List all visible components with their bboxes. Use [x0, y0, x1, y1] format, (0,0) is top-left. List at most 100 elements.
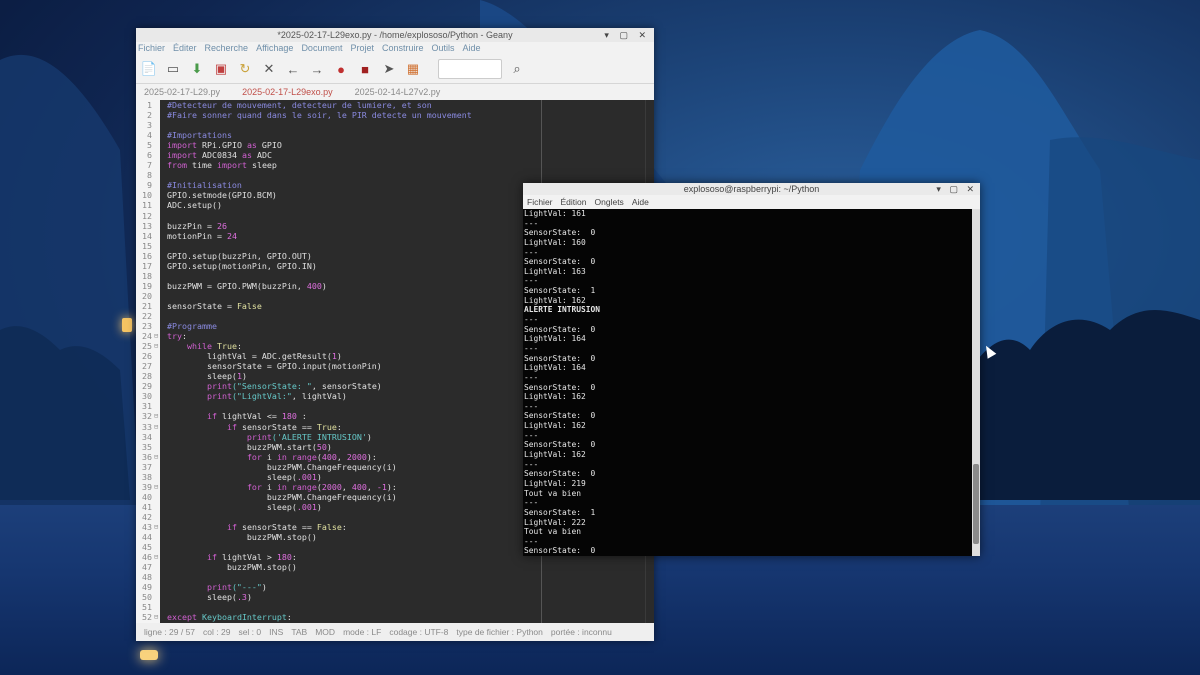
menu-item[interactable]: Construire	[382, 42, 424, 55]
code-line[interactable]: 51	[136, 602, 654, 612]
terminal-line: ---	[524, 343, 539, 353]
close-icon[interactable]: ✕	[260, 60, 278, 78]
line-number: 44	[142, 532, 152, 543]
fold-marker-icon[interactable]: ⊟	[154, 411, 162, 421]
fold-marker-icon[interactable]: ⊟	[154, 331, 162, 341]
code-line[interactable]: 47 buzzPWM.stop()	[136, 562, 654, 572]
menu-item[interactable]: Recherche	[205, 42, 249, 55]
menu-item[interactable]: Outils	[432, 42, 455, 55]
forward-arrow-icon[interactable]: →	[308, 60, 326, 78]
menu-item[interactable]: Fichier	[527, 195, 553, 209]
code-line[interactable]: 4 #Importations	[136, 130, 654, 140]
code-text: buzzPin = 26	[167, 221, 227, 231]
window-controls[interactable]: ▾ ▢ ✕	[604, 28, 650, 42]
code-text: print("---")	[167, 582, 267, 592]
jump-icon[interactable]: ⌕	[508, 60, 526, 78]
code-line[interactable]: 8	[136, 170, 654, 180]
terminal-line: SensorState: 0	[524, 411, 596, 421]
line-number: 46	[142, 552, 152, 563]
code-token: 26	[216, 220, 227, 231]
code-line[interactable]: 5 import RPi.GPIO as GPIO	[136, 140, 654, 150]
code-token: :	[236, 341, 242, 352]
line-number: 50	[142, 592, 152, 603]
fold-marker-icon[interactable]: ⊟	[154, 452, 162, 462]
window-controls[interactable]: ▾ ▢ ✕	[936, 183, 977, 195]
menu-item[interactable]: Document	[301, 42, 342, 55]
search-box[interactable]	[438, 59, 502, 79]
code-token: lightVal = ADC.getResult(	[167, 351, 332, 362]
geany-titlebar[interactable]: *2025-02-17-L29exo.py - /home/explososo/…	[136, 28, 654, 42]
document-tab[interactable]: 2025-02-14-L27v2.py	[355, 84, 441, 100]
code-line[interactable]: 3	[136, 120, 654, 130]
code-line[interactable]: 1 #Detecteur de mouvement, detecteur de l…	[136, 100, 654, 110]
fold-marker-icon[interactable]: ⊟	[154, 341, 162, 351]
scrollbar-thumb[interactable]	[973, 464, 979, 544]
fold-marker-icon[interactable]: ⊟	[154, 422, 162, 432]
compile-icon[interactable]: ●	[332, 60, 350, 78]
open-file-icon[interactable]: ▭	[164, 60, 182, 78]
code-token: 400	[321, 451, 337, 462]
document-tab[interactable]: 2025-02-17-L29exo.py	[242, 84, 333, 100]
code-line[interactable]: 49 print("---")	[136, 582, 654, 592]
back-arrow-icon[interactable]: ←	[284, 60, 302, 78]
menu-item[interactable]: Onglets	[595, 195, 624, 209]
fold-marker-icon[interactable]: ⊟	[154, 552, 162, 562]
terminal-line: ---	[524, 459, 539, 469]
fold-marker-icon[interactable]: ⊟	[154, 482, 162, 492]
line-number: 8	[147, 170, 152, 181]
line-number: 2	[147, 110, 152, 121]
code-text: #Programme	[167, 321, 217, 331]
terminal-titlebar[interactable]: explososo@raspberrypi: ~/Python ▾ ▢ ✕	[523, 183, 980, 195]
new-file-icon[interactable]: 📄	[140, 60, 158, 78]
code-token: 24	[226, 230, 237, 241]
menu-item[interactable]: Affichage	[256, 42, 293, 55]
menu-item[interactable]: Fichier	[138, 42, 165, 55]
code-token: if	[226, 421, 237, 432]
menu-item[interactable]: Projet	[350, 42, 374, 55]
menu-item[interactable]: Aide	[463, 42, 481, 55]
color-chooser-icon[interactable]: ▦	[404, 60, 422, 78]
build-icon[interactable]: ■	[356, 60, 374, 78]
fold-marker-icon[interactable]: ⊟	[154, 612, 162, 622]
line-number: 18	[142, 270, 152, 281]
terminal-line: ---	[524, 276, 539, 286]
code-text: GPIO.setmode(GPIO.BCM)	[167, 190, 277, 200]
line-number: 41	[142, 501, 152, 512]
terminal-line: LightVal: 162	[524, 421, 586, 431]
code-token: ("SensorState: "	[231, 381, 312, 392]
menu-item[interactable]: Éditer	[173, 42, 197, 55]
terminal-line: LightVal: 222	[524, 517, 586, 527]
document-tab[interactable]: 2025-02-17-L29.py	[144, 84, 220, 100]
terminal-line: SensorState: 0	[524, 546, 596, 556]
code-token: as	[241, 150, 252, 161]
status-item: codage : UTF-8	[389, 627, 449, 637]
code-line[interactable]: 48	[136, 572, 654, 582]
terminal-line: LightVal: 161	[524, 209, 586, 218]
run-icon[interactable]: ➤	[380, 60, 398, 78]
terminal-line: ALERTE INTRUSION	[524, 305, 601, 315]
code-line[interactable]: 2 #Faire sonner quand dans le soir, le PI…	[136, 110, 654, 120]
terminal-line: LightVal: 162	[524, 295, 586, 305]
menu-item[interactable]: Aide	[632, 195, 649, 209]
terminal-scrollbar[interactable]	[972, 209, 980, 556]
terminal-output[interactable]: LightVal: 161 --- SensorState: 0 LightVal: …	[523, 209, 972, 556]
line-number: 11	[142, 200, 152, 211]
menu-item[interactable]: Édition	[561, 195, 587, 209]
terminal-line: SensorState: 0	[524, 440, 596, 450]
code-line[interactable]: 6 import ADC0834 as ADC	[136, 150, 654, 160]
revert-icon[interactable]: ↻	[236, 60, 254, 78]
code-text: import ADC0834 as ADC	[167, 150, 272, 160]
code-token: ADC0834	[196, 150, 242, 161]
code-token: )	[336, 351, 342, 362]
fold-marker-icon[interactable]: ⊟	[154, 522, 162, 532]
code-line[interactable]: 7 from time import sleep	[136, 160, 654, 170]
code-token: in	[276, 451, 287, 462]
code-line[interactable]: 52 ⊟ except KeyboardInterrupt:	[136, 612, 654, 622]
code-text: buzzPWM.ChangeFrequency(i)	[167, 462, 397, 472]
save-all-icon[interactable]: ▣	[212, 60, 230, 78]
line-number: 10	[142, 190, 152, 201]
code-line[interactable]: 50 sleep(.3)	[136, 592, 654, 602]
save-icon[interactable]: ⬇	[188, 60, 206, 78]
code-token: .001	[296, 471, 317, 482]
